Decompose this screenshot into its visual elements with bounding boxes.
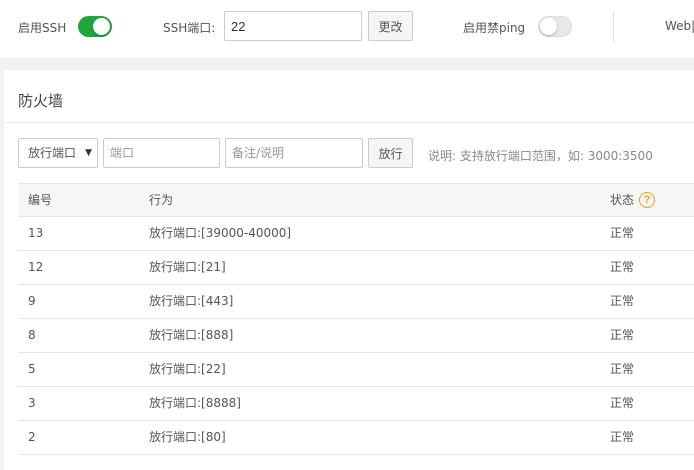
status-header-label: 状态: [610, 193, 635, 207]
rule-id: 12: [28, 260, 44, 274]
divider: [4, 122, 694, 123]
table-row: 2 放行端口:[80] 正常: [18, 421, 694, 455]
rule-status: 正常: [610, 328, 635, 342]
rule-action: 放行端口:[8888]: [149, 396, 241, 410]
port-input[interactable]: [103, 138, 220, 168]
rule-status: 正常: [610, 362, 635, 376]
table-row: 9 放行端口:[443] 正常: [18, 285, 694, 319]
ssh-toggle[interactable]: [78, 16, 112, 37]
firewall-panel: 防火墙 放行端口 ▼ 放行 说明: 支持放行端口范围，如: 3000:3500 …: [4, 70, 694, 470]
rule-status: 正常: [610, 430, 635, 444]
rule-status: 正常: [610, 396, 635, 410]
rule-status: 正常: [610, 294, 635, 308]
remark-input[interactable]: [225, 138, 363, 168]
change-port-button[interactable]: 更改: [368, 11, 413, 41]
rule-id: 9: [28, 294, 36, 308]
select-value: 放行端口: [28, 146, 77, 160]
rule-id: 3: [28, 396, 36, 410]
rule-id: 13: [28, 226, 44, 240]
rule-status: 正常: [610, 260, 635, 274]
firewall-rules-table: 编号 行为 状态? 13 放行端口:[39000-40000] 正常 12 放行端口:[…: [18, 183, 694, 455]
table-row: 5 放行端口:[22] 正常: [18, 353, 694, 387]
rule-action: 放行端口:[80]: [149, 430, 226, 444]
allow-button[interactable]: 放行: [368, 138, 413, 168]
column-header-id: 编号: [28, 193, 53, 207]
web-label: Web|: [665, 19, 694, 33]
ssh-port-input[interactable]: [224, 11, 362, 41]
rule-type-select[interactable]: 放行端口 ▼: [18, 138, 98, 168]
rule-action: 放行端口:[21]: [149, 260, 226, 274]
rule-status: 正常: [610, 226, 635, 240]
panel-title: 防火墙: [18, 92, 64, 110]
rule-action: 放行端口:[888]: [149, 328, 234, 342]
rule-id: 2: [28, 430, 36, 444]
rule-action: 放行端口:[443]: [149, 294, 234, 308]
column-header-action: 行为: [149, 193, 174, 207]
ping-toggle[interactable]: [538, 16, 572, 37]
ssh-port-label: SSH端口:: [163, 21, 216, 35]
port-range-hint: 说明: 支持放行端口范围，如: 3000:3500: [428, 149, 653, 163]
rule-action: 放行端口:[22]: [149, 362, 226, 376]
disable-ping-label: 启用禁ping: [463, 21, 526, 35]
rule-id: 5: [28, 362, 36, 376]
enable-ssh-label: 启用SSH: [18, 21, 67, 35]
rule-id: 8: [28, 328, 36, 342]
column-header-status: 状态?: [610, 184, 656, 216]
table-header: 编号 行为 状态?: [18, 183, 694, 217]
toggle-knob: [540, 18, 557, 35]
caret-down-icon: ▼: [85, 148, 92, 158]
table-row: 13 放行端口:[39000-40000] 正常: [18, 217, 694, 251]
rule-action: 放行端口:[39000-40000]: [149, 226, 292, 240]
table-row: 8 放行端口:[888] 正常: [18, 319, 694, 353]
ssh-settings-bar: 启用SSH SSH端口: 更改 启用禁ping Web|: [0, 0, 694, 58]
toggle-knob: [93, 18, 110, 35]
table-body: 13 放行端口:[39000-40000] 正常 12 放行端口:[21] 正常 9 放行端口…: [18, 217, 694, 455]
table-row: 3 放行端口:[8888] 正常: [18, 387, 694, 421]
help-icon[interactable]: ?: [639, 191, 656, 208]
table-row: 12 放行端口:[21] 正常: [18, 251, 694, 285]
divider: [613, 12, 614, 42]
